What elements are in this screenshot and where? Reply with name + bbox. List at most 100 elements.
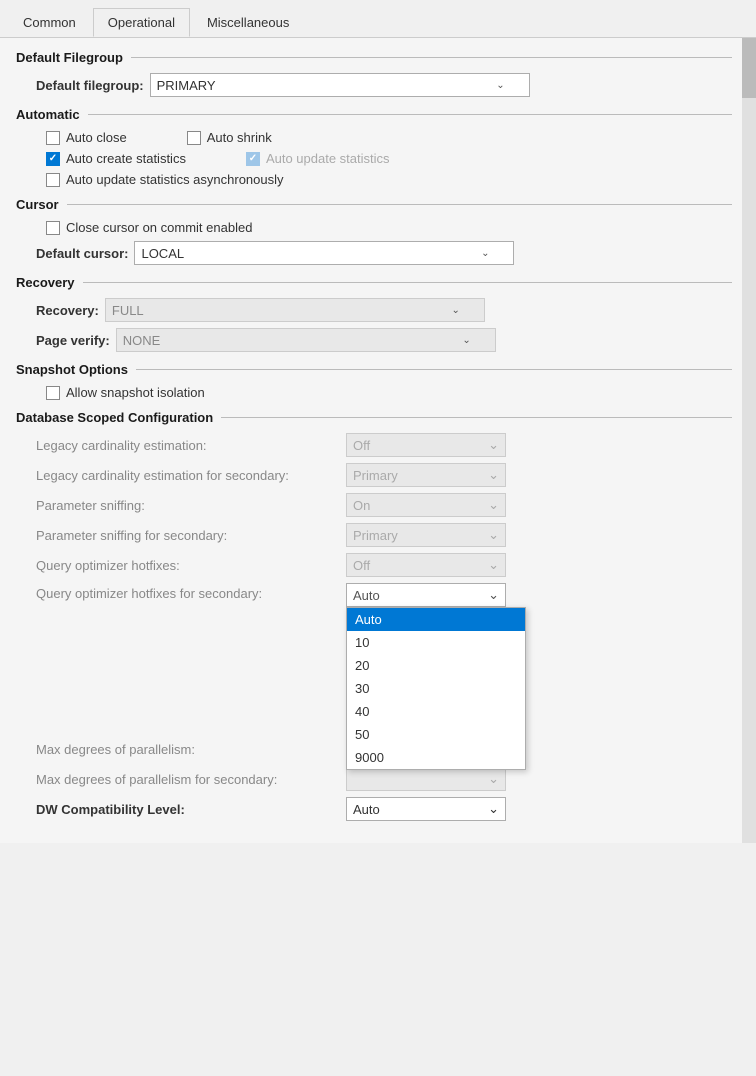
scoped-max-parallelism-sec-dropdown[interactable]: ⌄: [346, 767, 506, 791]
scoped-dropdown-3[interactable]: Primary ⌄: [346, 523, 506, 547]
dw-compat-row: DW Compatibility Level: Auto ⌄: [16, 797, 732, 821]
auto-update-stats-async-checkbox[interactable]: [46, 173, 60, 187]
dw-compat-chevron-icon: ⌄: [488, 801, 499, 817]
default-cursor-chevron-icon: ⌄: [481, 248, 489, 259]
default-filegroup-value: PRIMARY: [157, 78, 216, 93]
dw-compat-label: DW Compatibility Level:: [36, 802, 346, 817]
scoped-row-2: Parameter sniffing: On ⌄: [16, 493, 732, 517]
scoped-value-0: Off: [353, 438, 370, 453]
scoped-value-2: On: [353, 498, 370, 513]
dropdown-item-9000[interactable]: 9000: [347, 746, 525, 769]
default-filegroup-dropdown[interactable]: PRIMARY ⌄: [150, 73, 530, 97]
auto-create-stats-label: Auto create statistics: [66, 151, 186, 166]
default-filegroup-chevron-icon: ⌄: [496, 80, 504, 91]
scoped-value-4: Off: [353, 558, 370, 573]
scoped-max-parallelism-label: Max degrees of parallelism:: [36, 742, 346, 757]
auto-update-stats-label: Auto update statistics: [266, 151, 390, 166]
scoped-label-4: Query optimizer hotfixes:: [36, 558, 346, 573]
scoped-row-4: Query optimizer hotfixes: Off ⌄: [16, 553, 732, 577]
scoped-label-2: Parameter sniffing:: [36, 498, 346, 513]
default-cursor-value: LOCAL: [141, 246, 184, 261]
dropdown-item-20[interactable]: 20: [347, 654, 525, 677]
scrollbar-thumb[interactable]: [742, 38, 756, 98]
section-title-snapshot: Snapshot Options: [16, 362, 732, 377]
default-cursor-dropdown[interactable]: LOCAL ⌄: [134, 241, 514, 265]
allow-snapshot-item[interactable]: Allow snapshot isolation: [46, 385, 205, 400]
dw-compat-dropdown[interactable]: Auto ⌄: [346, 797, 506, 821]
tab-miscellaneous[interactable]: Miscellaneous: [192, 8, 304, 37]
section-db-scoped: Database Scoped Configuration Legacy car…: [16, 410, 732, 821]
auto-close-item[interactable]: Auto close: [46, 130, 127, 145]
automatic-row-3: Auto update statistics asynchronously: [16, 172, 732, 187]
open-dropdown-selected: Auto: [353, 588, 380, 603]
auto-update-stats-item: Auto update statistics: [246, 151, 390, 166]
dropdown-item-10[interactable]: 10: [347, 631, 525, 654]
section-automatic: Automatic Auto close Auto shrink Auto cr…: [16, 107, 732, 187]
auto-create-stats-item[interactable]: Auto create statistics: [46, 151, 186, 166]
auto-close-label: Auto close: [66, 130, 127, 145]
scoped-label-open: Query optimizer hotfixes for secondary:: [36, 583, 346, 601]
tab-operational[interactable]: Operational: [93, 8, 190, 37]
scoped-row-0: Legacy cardinality estimation: Off ⌄: [16, 433, 732, 457]
auto-update-stats-checkbox: [246, 152, 260, 166]
allow-snapshot-checkbox[interactable]: [46, 386, 60, 400]
scoped-chevron-3-icon: ⌄: [488, 527, 499, 543]
scoped-dropdown-1[interactable]: Primary ⌄: [346, 463, 506, 487]
auto-create-stats-checkbox[interactable]: [46, 152, 60, 166]
scrollbar[interactable]: [742, 38, 756, 843]
scoped-label-3: Parameter sniffing for secondary:: [36, 528, 346, 543]
section-title-automatic: Automatic: [16, 107, 732, 122]
tab-bar: Common Operational Miscellaneous: [0, 0, 756, 38]
default-cursor-row: Default cursor: LOCAL ⌄: [16, 241, 732, 265]
auto-shrink-item[interactable]: Auto shrink: [187, 130, 272, 145]
dropdown-item-auto[interactable]: Auto: [347, 608, 525, 631]
dropdown-item-30[interactable]: 30: [347, 677, 525, 700]
section-cursor: Cursor Close cursor on commit enabled De…: [16, 197, 732, 265]
close-cursor-checkbox[interactable]: [46, 221, 60, 235]
recovery-label: Recovery:: [36, 303, 99, 318]
section-title-default-filegroup: Default Filegroup: [16, 50, 732, 65]
recovery-row: Recovery: FULL ⌄: [16, 298, 732, 322]
section-recovery: Recovery Recovery: FULL ⌄ Page verify: N…: [16, 275, 732, 352]
open-dropdown-container: Auto ⌄ Auto 10 20 30 40 50 9000: [346, 583, 506, 607]
close-cursor-row: Close cursor on commit enabled: [16, 220, 732, 235]
page-verify-chevron-icon: ⌄: [462, 335, 470, 346]
tab-common[interactable]: Common: [8, 8, 91, 37]
recovery-dropdown[interactable]: FULL ⌄: [105, 298, 485, 322]
scoped-chevron-1-icon: ⌄: [488, 467, 499, 483]
section-default-filegroup: Default Filegroup Default filegroup: PRI…: [16, 50, 732, 97]
scoped-dropdown-4[interactable]: Off ⌄: [346, 553, 506, 577]
dropdown-item-50[interactable]: 50: [347, 723, 525, 746]
page-verify-row: Page verify: NONE ⌄: [16, 328, 732, 352]
page-verify-value: NONE: [123, 333, 161, 348]
auto-update-stats-async-label: Auto update statistics asynchronously: [66, 172, 284, 187]
allow-snapshot-label: Allow snapshot isolation: [66, 385, 205, 400]
automatic-row-2: Auto create statistics Auto update stati…: [16, 151, 732, 166]
scoped-max-parallelism-sec-row: Max degrees of parallelism for secondary…: [16, 767, 732, 791]
auto-close-checkbox[interactable]: [46, 131, 60, 145]
scoped-row-3: Parameter sniffing for secondary: Primar…: [16, 523, 732, 547]
open-dropdown-trigger[interactable]: Auto ⌄: [346, 583, 506, 607]
auto-shrink-label: Auto shrink: [207, 130, 272, 145]
scoped-row-1: Legacy cardinality estimation for second…: [16, 463, 732, 487]
default-filegroup-label: Default filegroup:: [36, 78, 144, 93]
section-title-recovery: Recovery: [16, 275, 732, 290]
dropdown-open-list: Auto 10 20 30 40 50 9000: [346, 607, 526, 770]
scoped-dropdown-2[interactable]: On ⌄: [346, 493, 506, 517]
scoped-value-1: Primary: [353, 468, 398, 483]
auto-update-stats-async-item[interactable]: Auto update statistics asynchronously: [46, 172, 284, 187]
scoped-label-0: Legacy cardinality estimation:: [36, 438, 346, 453]
auto-shrink-checkbox[interactable]: [187, 131, 201, 145]
page-verify-dropdown[interactable]: NONE ⌄: [116, 328, 496, 352]
recovery-chevron-icon: ⌄: [451, 305, 459, 316]
scoped-chevron-4-icon: ⌄: [488, 557, 499, 573]
recovery-value: FULL: [112, 303, 144, 318]
scoped-row-open: Query optimizer hotfixes for secondary: …: [16, 583, 732, 607]
dropdown-item-40[interactable]: 40: [347, 700, 525, 723]
section-snapshot: Snapshot Options Allow snapshot isolatio…: [16, 362, 732, 400]
scoped-max-parallelism-sec-label: Max degrees of parallelism for secondary…: [36, 772, 346, 787]
open-dropdown-chevron-icon: ⌄: [488, 587, 499, 603]
scoped-dropdown-0[interactable]: Off ⌄: [346, 433, 506, 457]
scoped-label-1: Legacy cardinality estimation for second…: [36, 468, 346, 483]
close-cursor-item[interactable]: Close cursor on commit enabled: [46, 220, 252, 235]
